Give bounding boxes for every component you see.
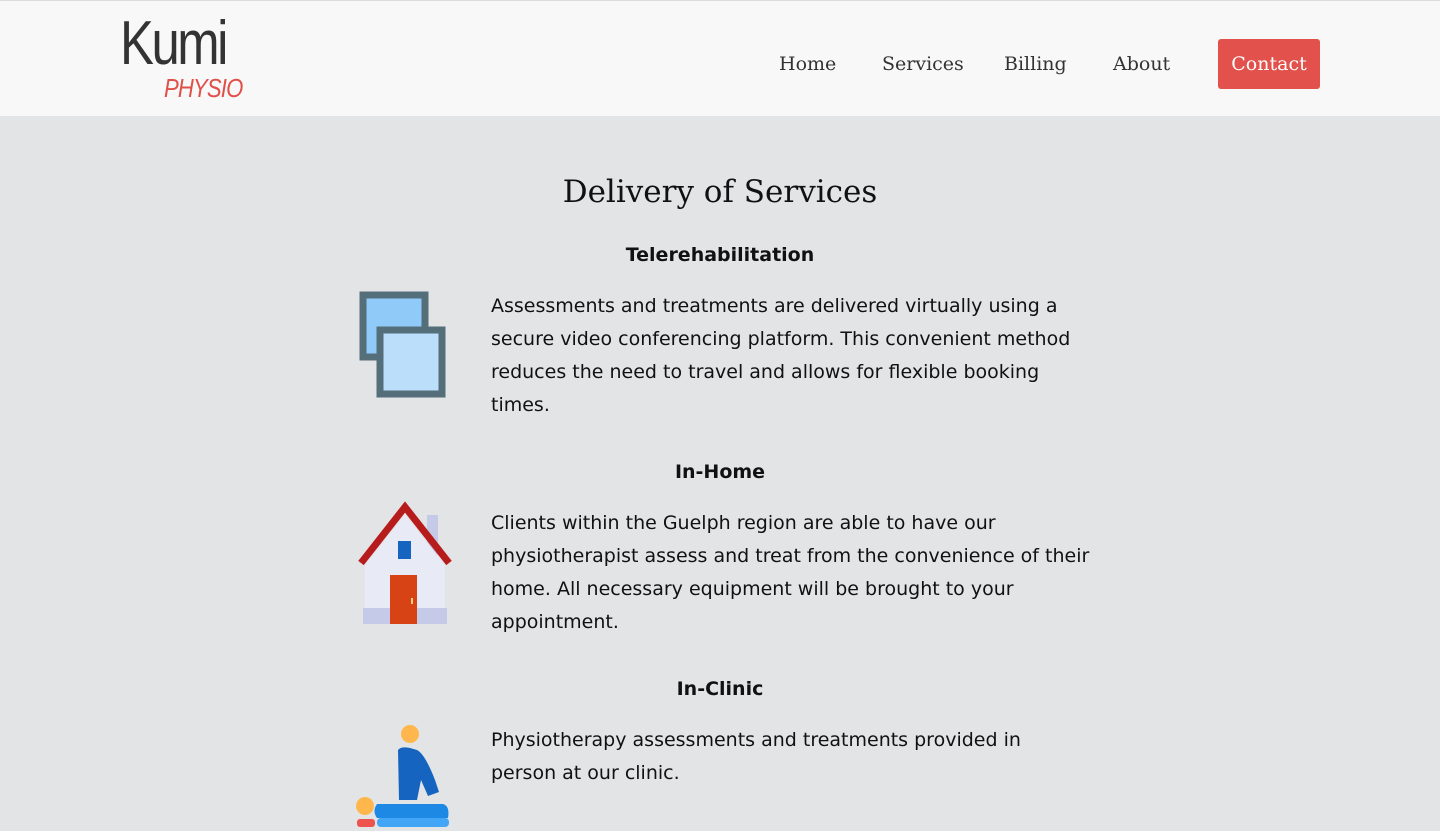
nav-about-link[interactable]: About (1113, 39, 1170, 89)
house-icon (355, 497, 455, 633)
page-title: Delivery of Services (562, 174, 878, 210)
service-description: Clients within the Guelph region are abl… (491, 512, 1090, 633)
nav-billing-link[interactable]: Billing (1004, 39, 1067, 89)
service-title: Telerehabilitation (625, 244, 815, 266)
video-windows-icon (355, 290, 451, 406)
main-nav: Home Services Billing About Contact (0, 39, 1440, 89)
service-title: In-Home (674, 461, 766, 483)
nav-contact-button[interactable]: Contact (1218, 39, 1320, 89)
service-title: In-Clinic (676, 678, 764, 700)
service-description: Assessments and treatments are delivered… (491, 295, 1071, 416)
nav-services-link[interactable]: Services (882, 39, 964, 89)
physiotherapy-treatment-icon (355, 720, 455, 831)
nav-home-link[interactable]: Home (779, 39, 836, 89)
service-description: Physiotherapy assessments and treatments… (491, 729, 1021, 784)
site-header: Kumi PHYSIO Home Services Billing About … (0, 0, 1440, 116)
